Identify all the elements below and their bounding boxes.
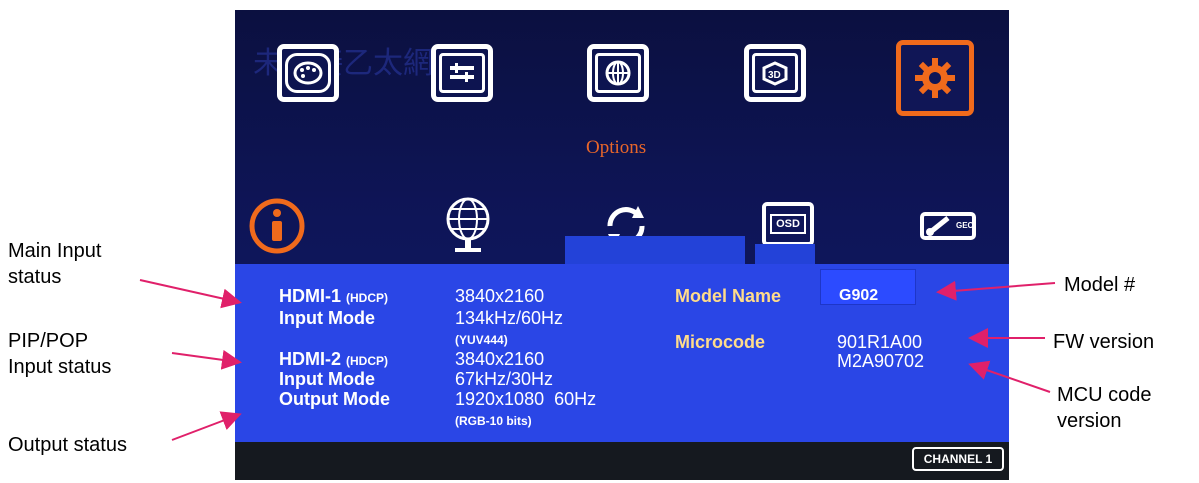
hdmi2-resolution: 3840x2160 xyxy=(455,349,545,369)
model-value: G902 xyxy=(839,287,879,304)
mcu-annotation: MCU code version xyxy=(1057,382,1151,434)
arrow-main-input xyxy=(139,279,242,309)
fw-version: 901R1A00 xyxy=(837,332,923,352)
arrow-output xyxy=(171,411,242,441)
mcu-version: M2A90702 xyxy=(837,351,925,371)
output-color: (RGB-10 bits) xyxy=(455,414,532,428)
osd-icon[interactable]: OSD xyxy=(762,202,814,246)
output-mode-label: Output Mode xyxy=(279,389,390,409)
3d-icon[interactable]: 3D xyxy=(744,44,806,102)
main-input-annotation: Main Input status xyxy=(8,238,101,290)
hdmi2-hdcp: (HDCP) xyxy=(346,354,389,368)
hdmi1-hdcp: (HDCP) xyxy=(346,291,389,305)
arrow-pip-pop xyxy=(171,349,242,370)
pip-pop-annotation: PIP/POP Input status xyxy=(8,328,111,380)
adjust-icon[interactable] xyxy=(431,44,493,102)
input-mode2-label: Input Mode xyxy=(279,369,375,389)
mcu-annotation-line1: MCU code xyxy=(1057,384,1152,406)
globe-icon[interactable] xyxy=(443,194,493,256)
osd-icon-text: OSD xyxy=(770,214,806,234)
main-input-annotation-line2: status xyxy=(8,266,62,288)
hdmi1-row: HDMI-1 (HDCP) xyxy=(279,286,388,307)
model-name-label: Model Name xyxy=(675,286,782,306)
model-annotation: Model # xyxy=(1064,274,1136,296)
grid-icon[interactable] xyxy=(587,44,649,102)
tool-icon-text: GEO xyxy=(956,221,974,230)
pip-pop-annotation-line2: Input status xyxy=(8,356,112,378)
osd-screen: 未連接乙太網路 3D Options OSD GEO HDMI-1 (HDCP)… xyxy=(235,10,1009,480)
microcode-label: Microcode xyxy=(675,332,766,352)
output-annotation: Output status xyxy=(8,434,127,456)
tool-icon[interactable]: GEO xyxy=(918,208,978,244)
main-input-annotation-line1: Main Input xyxy=(8,240,102,262)
gear-icon[interactable] xyxy=(896,40,974,116)
tab-strip-2 xyxy=(755,244,815,264)
svg-text:3D: 3D xyxy=(768,70,781,81)
hdmi1-resolution: 3840x2160 xyxy=(455,286,545,306)
fw-annotation: FW version xyxy=(1053,331,1155,353)
input-mode-label: Input Mode xyxy=(279,308,375,328)
palette-icon[interactable] xyxy=(277,44,339,102)
hdmi1-label: HDMI-1 xyxy=(279,286,341,306)
channel-indicator: CHANNEL 1 xyxy=(912,447,1004,471)
info-icon[interactable] xyxy=(247,196,307,256)
mcu-annotation-line2: version xyxy=(1057,410,1122,432)
hdmi2-row: HDMI-2 (HDCP) xyxy=(279,349,388,370)
hdmi1-input-mode: 134kHz/60Hz xyxy=(455,308,564,328)
hdmi2-input-mode: 67kHz/30Hz xyxy=(455,369,554,389)
pip-pop-annotation-line1: PIP/POP xyxy=(8,330,89,352)
menu-title: Options xyxy=(586,137,647,158)
tab-strip-1 xyxy=(565,236,745,264)
status-bar xyxy=(235,442,1009,480)
hdmi2-label: HDMI-2 xyxy=(279,349,341,369)
output-resolution: 1920x1080 60Hz xyxy=(455,389,597,409)
hdmi1-color: (YUV444) xyxy=(455,333,508,347)
